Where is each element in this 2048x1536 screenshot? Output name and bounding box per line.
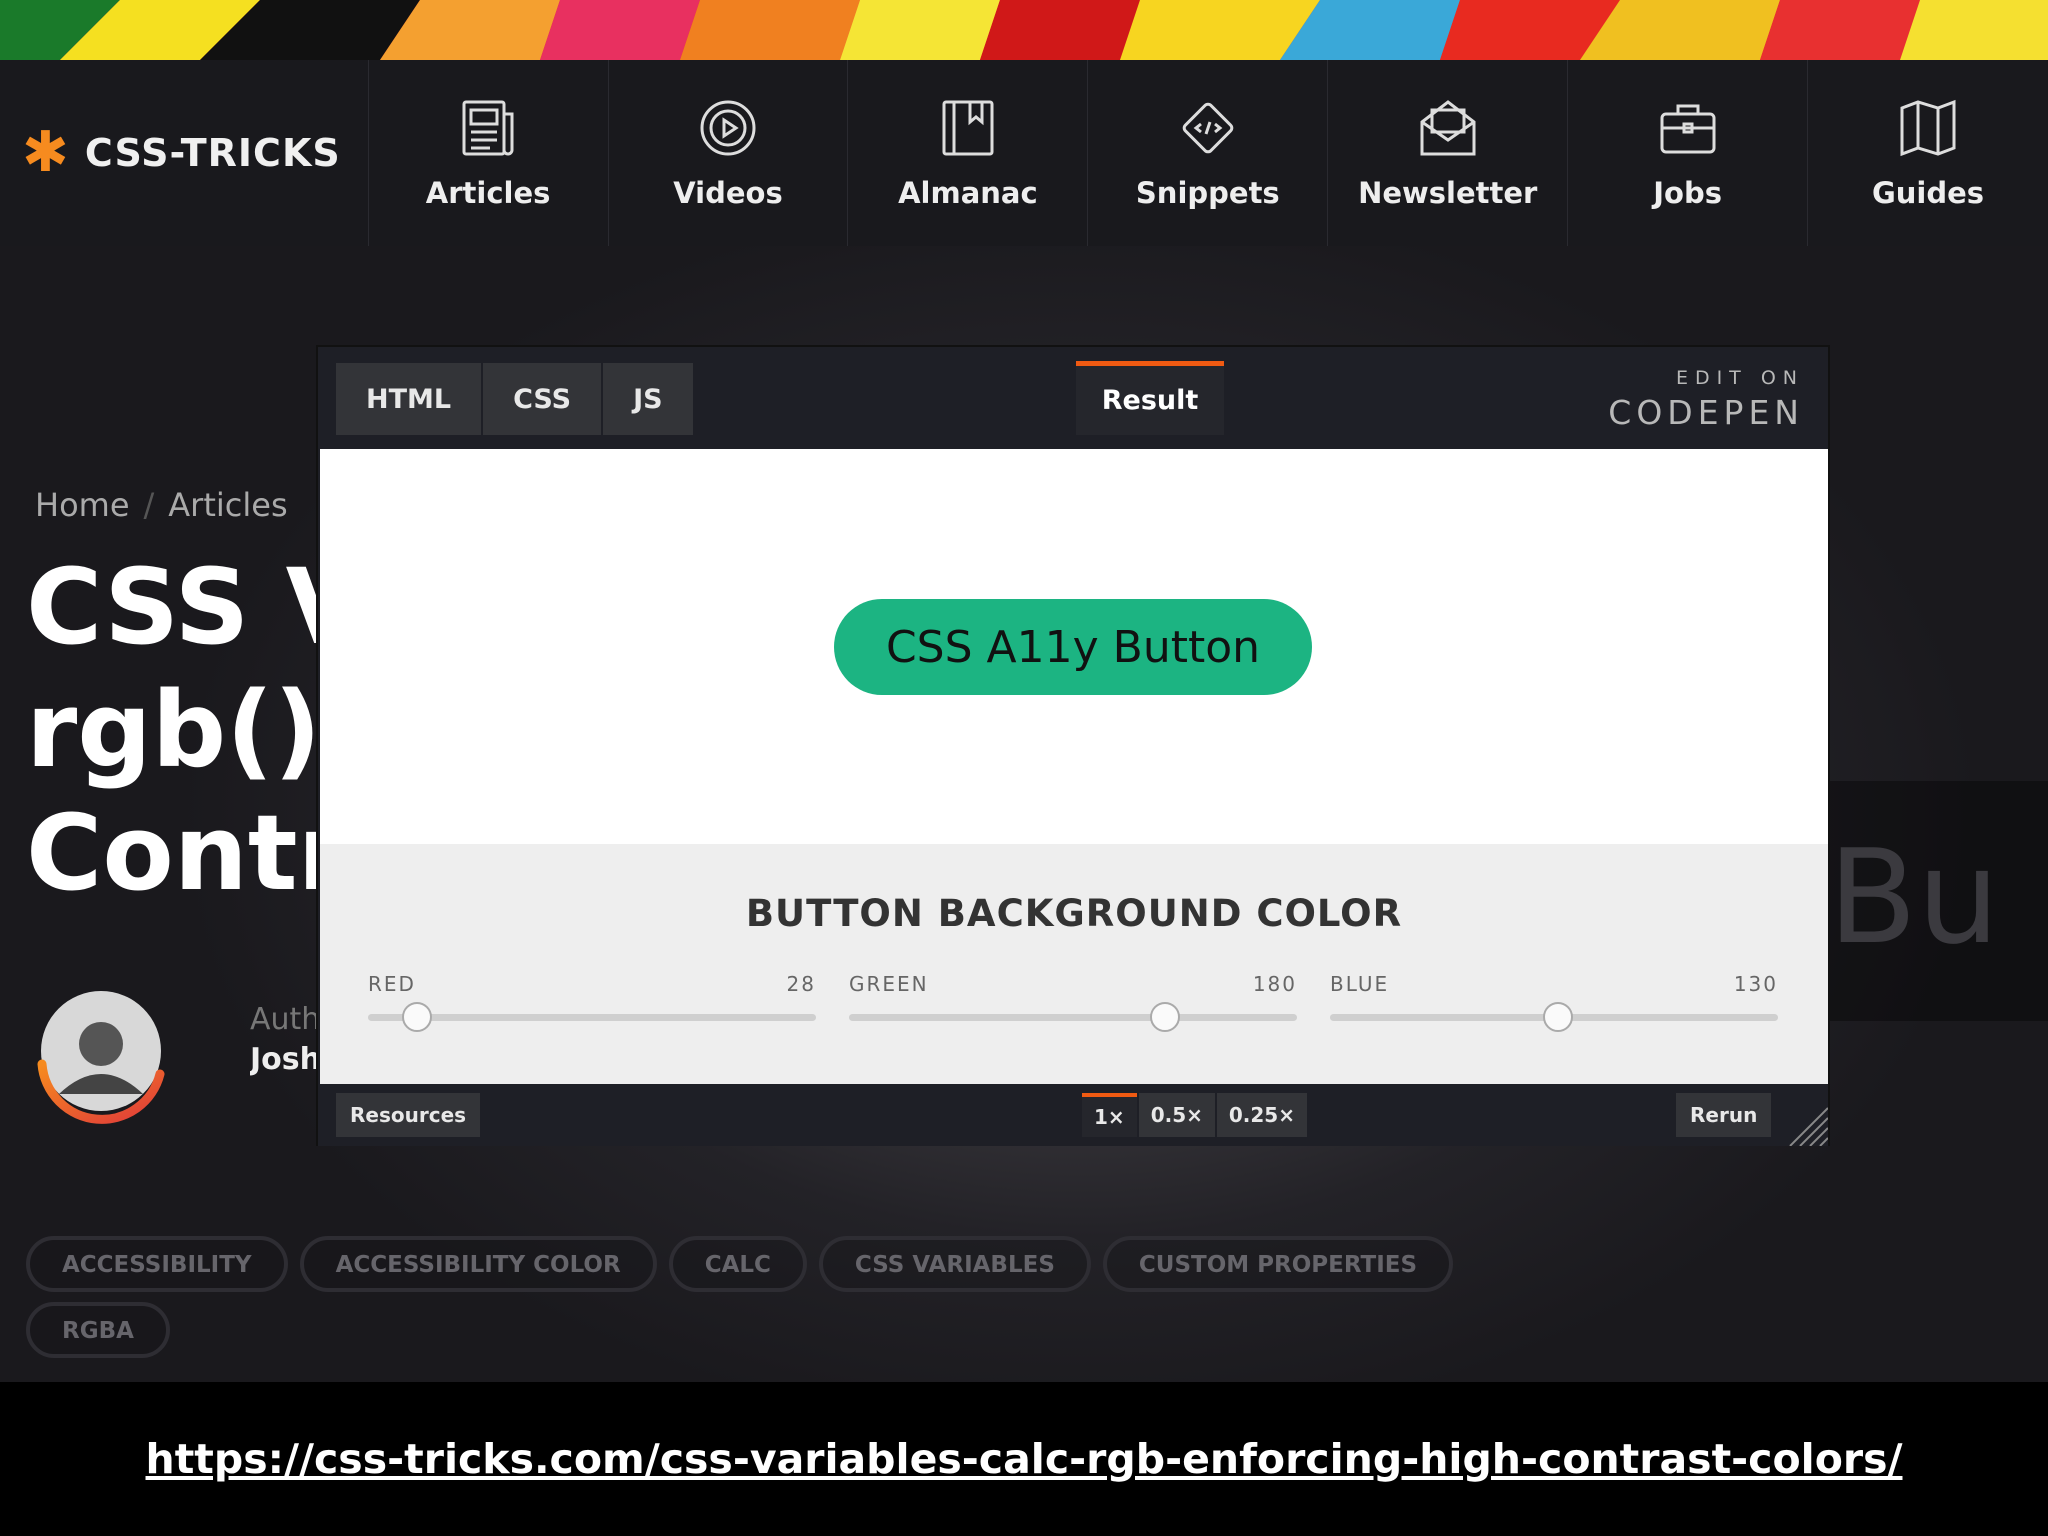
nav-label: Newsletter bbox=[1358, 176, 1538, 210]
tag[interactable]: CSS VARIABLES bbox=[818, 1236, 1091, 1292]
tag[interactable]: RGBA bbox=[26, 1302, 170, 1358]
color-controls: BUTTON BACKGROUND COLOR RED 28 GREEN 180 B… bbox=[320, 844, 1828, 1084]
author-name[interactable]: Josh bbox=[250, 1042, 320, 1077]
nav-label: Videos bbox=[673, 176, 783, 210]
nav-item-newsletter[interactable]: Newsletter bbox=[1328, 60, 1569, 246]
article-title: CSS V rgb() Contr bbox=[26, 546, 326, 915]
book-icon bbox=[942, 100, 994, 156]
newspaper-icon bbox=[462, 100, 514, 156]
title-line: Contr bbox=[26, 792, 326, 914]
nav-label: Guides bbox=[1871, 176, 1985, 210]
zoom-0-5x[interactable]: 0.5× bbox=[1138, 1093, 1215, 1137]
slider-thumb[interactable] bbox=[1543, 1002, 1574, 1032]
avatar[interactable] bbox=[24, 974, 178, 1128]
title-line: rgb() bbox=[26, 669, 322, 791]
briefcase-icon bbox=[1660, 104, 1716, 154]
breadcrumb-home[interactable]: Home bbox=[35, 486, 130, 524]
codepen-embed: HTML CSS JS Result EDIT ON CODEPEN CSS A… bbox=[316, 345, 1830, 1146]
slide-footer: https://css-tricks.com/css-variables-cal… bbox=[0, 1382, 2048, 1536]
blue-slider[interactable]: BLUE 130 bbox=[1330, 972, 1778, 1032]
slider-value: 130 bbox=[1733, 972, 1778, 996]
nav-label: Almanac bbox=[898, 176, 1038, 210]
code-tabs: HTML CSS JS bbox=[336, 363, 693, 435]
site-logo[interactable]: ✱ CSS-TRICKS bbox=[0, 60, 369, 246]
nav-item-guides[interactable]: Guides bbox=[1808, 60, 2048, 246]
resize-handle-icon[interactable] bbox=[1782, 1100, 1828, 1146]
nav-label: Snippets bbox=[1135, 176, 1280, 210]
edit-on-codepen-link[interactable]: EDIT ON CODEPEN bbox=[1608, 367, 1804, 432]
codepen-brand-text: CODEPEN bbox=[1608, 393, 1804, 432]
tab-result[interactable]: Result bbox=[1076, 361, 1224, 435]
map-icon bbox=[1900, 99, 1956, 157]
article-url-link[interactable]: https://css-tricks.com/css-variables-cal… bbox=[146, 1435, 1903, 1483]
logo-text: CSS-TRICKS bbox=[84, 131, 341, 175]
rerun-button[interactable]: Rerun bbox=[1676, 1093, 1772, 1137]
colorful-banner bbox=[0, 0, 2048, 60]
breadcrumb: Home / Articles bbox=[35, 486, 288, 524]
tag[interactable]: CALC bbox=[668, 1236, 807, 1292]
tag[interactable]: CUSTOM PROPERTIES bbox=[1102, 1236, 1454, 1292]
zoom-1x[interactable]: 1× bbox=[1082, 1093, 1137, 1137]
faded-text: Bu bbox=[1828, 821, 2000, 973]
embed-footer: Resources 1× 0.5× 0.25× Rerun bbox=[318, 1084, 1828, 1146]
breadcrumb-articles[interactable]: Articles bbox=[168, 486, 287, 524]
zoom-options: 1× 0.5× 0.25× bbox=[1082, 1093, 1307, 1137]
tag[interactable]: ACCESSIBILITY bbox=[26, 1236, 288, 1292]
author-label: Auth bbox=[250, 1002, 320, 1037]
slider-value: 180 bbox=[1252, 972, 1297, 996]
title-line: CSS V bbox=[26, 546, 326, 668]
nav-label: Jobs bbox=[1653, 176, 1722, 210]
ally-demo-button[interactable]: CSS A11y Button bbox=[834, 599, 1312, 695]
green-slider[interactable]: GREEN 180 bbox=[849, 972, 1297, 1032]
resources-button[interactable]: Resources bbox=[336, 1093, 481, 1137]
envelope-icon bbox=[1420, 100, 1476, 156]
nav-item-videos[interactable]: Videos bbox=[609, 60, 849, 246]
nav-item-snippets[interactable]: Snippets bbox=[1088, 60, 1329, 246]
tag-list: ACCESSIBILITY ACCESSIBILITY COLOR CALC C… bbox=[26, 1236, 1526, 1358]
code-diamond-icon bbox=[1182, 102, 1234, 154]
tab-css[interactable]: CSS bbox=[483, 363, 602, 435]
top-nav: ✱ CSS-TRICKS Articles Videos Almanac Sni… bbox=[0, 60, 2048, 246]
slider-track[interactable] bbox=[368, 1002, 816, 1032]
nav-item-almanac[interactable]: Almanac bbox=[848, 60, 1089, 246]
slider-label: GREEN bbox=[849, 972, 929, 996]
slider-value: 28 bbox=[786, 972, 816, 996]
controls-title: BUTTON BACKGROUND COLOR bbox=[745, 892, 1403, 935]
slider-label: BLUE bbox=[1330, 972, 1390, 996]
play-circle-icon bbox=[700, 100, 756, 156]
tab-js[interactable]: JS bbox=[603, 363, 693, 435]
asterisk-icon: ✱ bbox=[22, 120, 69, 185]
edit-on-label: EDIT ON bbox=[1675, 367, 1804, 389]
tag[interactable]: ACCESSIBILITY COLOR bbox=[299, 1236, 657, 1292]
nav-label: Articles bbox=[425, 176, 551, 210]
codepen-brand: CODEPEN bbox=[1608, 393, 1804, 432]
faded-preview: Bu bbox=[1828, 781, 2048, 1021]
slider-label: RED bbox=[368, 972, 416, 996]
slider-track[interactable] bbox=[1330, 1002, 1778, 1032]
zoom-0-25x[interactable]: 0.25× bbox=[1216, 1093, 1307, 1137]
tab-html[interactable]: HTML bbox=[336, 363, 482, 435]
slider-thumb[interactable] bbox=[402, 1002, 433, 1032]
nav-item-jobs[interactable]: Jobs bbox=[1568, 60, 1809, 246]
slider-thumb[interactable] bbox=[1150, 1002, 1181, 1032]
slider-track[interactable] bbox=[849, 1002, 1297, 1032]
nav-item-articles[interactable]: Articles bbox=[369, 60, 609, 246]
embed-toolbar: HTML CSS JS Result EDIT ON CODEPEN bbox=[318, 347, 1828, 449]
result-preview: CSS A11y Button bbox=[320, 449, 1828, 844]
red-slider[interactable]: RED 28 bbox=[368, 972, 816, 1032]
